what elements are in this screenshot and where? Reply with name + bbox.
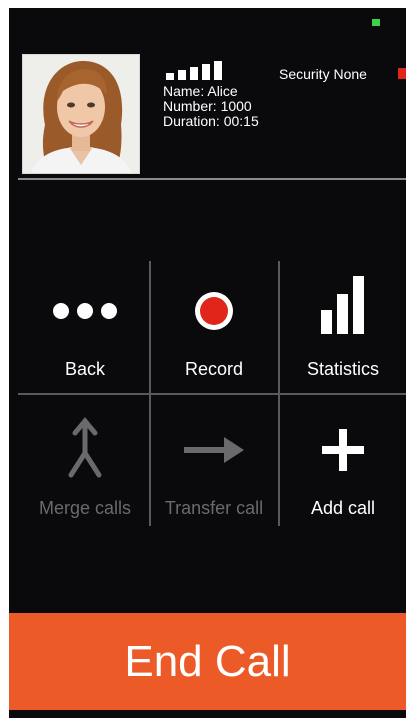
call-screen: Security None Name: Alice Number: 1000 D…	[9, 8, 406, 718]
signal-strength-icon	[166, 61, 222, 80]
record-button[interactable]: Record	[150, 263, 278, 393]
merge-calls-button[interactable]: Merge calls	[21, 398, 149, 528]
security-status: Security None	[279, 66, 367, 82]
call-duration: Duration: 00:15	[163, 113, 259, 129]
dots-icon	[21, 281, 149, 341]
bars-icon	[279, 275, 406, 335]
transfer-call-button[interactable]: Transfer call	[150, 398, 278, 528]
statistics-label: Statistics	[306, 359, 380, 379]
signal-bar	[190, 67, 198, 80]
signal-bar	[178, 70, 186, 80]
grid-divider-middle	[18, 393, 406, 395]
back-label: Back	[64, 359, 106, 379]
transfer-call-label: Transfer call	[164, 498, 264, 518]
arrow-right-icon	[150, 420, 278, 480]
statistics-button[interactable]: Statistics	[279, 263, 406, 393]
merge-icon	[21, 417, 149, 478]
end-call-label: End Call	[124, 636, 291, 686]
end-call-button[interactable]: End Call	[9, 613, 406, 710]
signal-bar	[166, 73, 174, 80]
record-icon	[150, 281, 278, 341]
back-button[interactable]: Back	[21, 263, 149, 393]
caller-name: Name: Alice	[163, 83, 238, 99]
plus-icon	[279, 420, 406, 480]
signal-bar	[202, 64, 210, 80]
merge-calls-label: Merge calls	[38, 498, 132, 518]
caller-number: Number: 1000	[163, 98, 252, 114]
security-indicator	[398, 68, 406, 79]
avatar	[22, 54, 140, 174]
header-divider	[18, 178, 406, 180]
add-call-label: Add call	[310, 498, 376, 518]
record-label: Record	[184, 359, 244, 379]
caller-info: Name: Alice Number: 1000 Duration: 00:15	[163, 84, 259, 129]
status-indicator	[372, 19, 380, 26]
signal-bar	[214, 61, 222, 80]
add-call-button[interactable]: Add call	[279, 398, 406, 528]
